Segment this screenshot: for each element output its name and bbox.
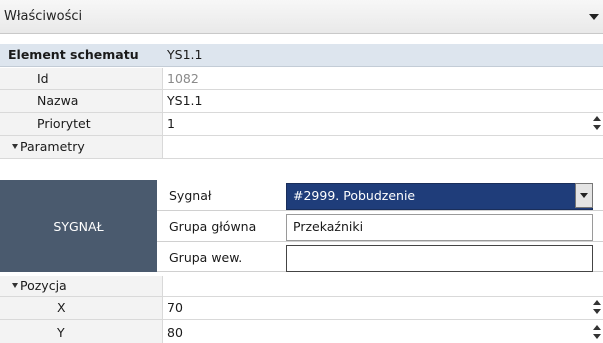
- sygnal-row[interactable]: Sygnał #2999. Pobudzenie: [157, 180, 603, 211]
- grupa-glowna-field[interactable]: Przekaźniki: [286, 214, 593, 241]
- collapse-triangle-icon[interactable]: [12, 144, 18, 149]
- x-spinner-icon[interactable]: [593, 300, 601, 314]
- grupa-wew-row[interactable]: Grupa wew.: [157, 242, 603, 272]
- property-row-y[interactable]: Y 80: [0, 320, 603, 343]
- grupa-wew-field[interactable]: [286, 245, 593, 272]
- group-row-parametry[interactable]: Parametry: [0, 136, 603, 159]
- sygnal-block: SYGNAŁ: [0, 180, 157, 272]
- y-spinner-icon[interactable]: [593, 325, 601, 339]
- x-value[interactable]: 70: [167, 300, 183, 315]
- sygnal-block-label: SYGNAŁ: [53, 219, 104, 234]
- property-row-x[interactable]: X 70: [0, 297, 603, 320]
- nazwa-value[interactable]: YS1.1: [167, 93, 202, 108]
- grupa-glowna-row[interactable]: Grupa główna Przekaźniki: [157, 211, 603, 242]
- sygnal-select-value: #2999. Pobudzenie: [293, 188, 416, 203]
- property-row-priorytet[interactable]: Priorytet 1: [0, 113, 603, 136]
- collapse-triangle-icon[interactable]: [12, 283, 18, 288]
- group-row-pozycja[interactable]: Pozycja: [0, 276, 603, 297]
- panel-title: Właściwości: [4, 9, 83, 24]
- nazwa-label: Nazwa: [37, 93, 79, 108]
- element-header-row: Element schematu YS1.1: [0, 44, 603, 67]
- priorytet-spinner-icon[interactable]: [593, 116, 601, 130]
- panel-menu-dropdown-icon[interactable]: [589, 14, 599, 20]
- grupa-wew-label: Grupa wew.: [169, 250, 243, 265]
- priorytet-value[interactable]: 1: [167, 116, 175, 131]
- element-header-label: Element schematu: [8, 47, 139, 62]
- grupa-glowna-value: Przekaźniki: [293, 219, 364, 234]
- id-value: 1082: [167, 71, 199, 86]
- sygnal-label: Sygnał: [169, 188, 212, 203]
- x-label: X: [57, 300, 66, 315]
- grupa-glowna-label: Grupa główna: [169, 219, 257, 234]
- pozycja-label: Pozycja: [20, 278, 67, 293]
- y-value[interactable]: 80: [167, 325, 183, 340]
- element-header-value: YS1.1: [167, 47, 203, 62]
- property-row-nazwa[interactable]: Nazwa YS1.1: [0, 90, 603, 113]
- parametry-label: Parametry: [20, 139, 85, 154]
- priorytet-label: Priorytet: [37, 116, 91, 131]
- panel-titlebar: Właściwości: [0, 0, 603, 34]
- sygnal-dropdown-icon[interactable]: [575, 183, 593, 208]
- y-label: Y: [57, 325, 65, 340]
- row-gutter: [0, 68, 162, 89]
- sygnal-select[interactable]: #2999. Pobudzenie: [286, 183, 593, 210]
- id-label: Id: [37, 71, 49, 86]
- property-row-id[interactable]: Id 1082: [0, 68, 603, 90]
